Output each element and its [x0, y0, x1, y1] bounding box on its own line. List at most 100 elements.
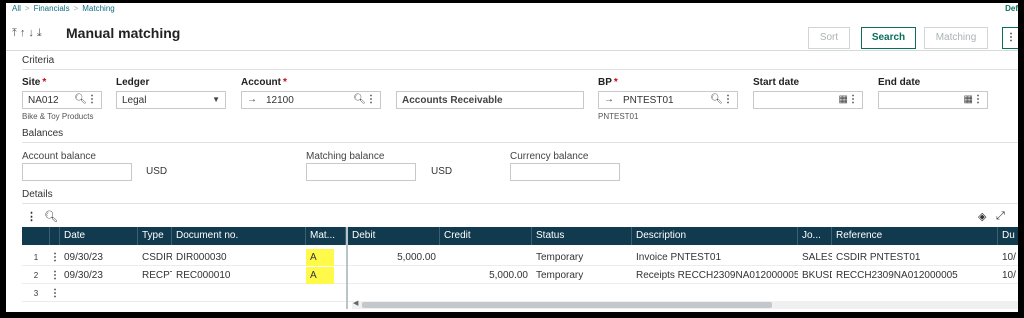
column-header-type[interactable]: Type — [138, 227, 172, 245]
account-value: 12100 — [266, 95, 294, 106]
frozen-column-divider[interactable] — [346, 227, 348, 309]
grid-menu-icon[interactable]: ⋮ — [26, 210, 37, 223]
app-window: All > Financials > Matching Def ⤒↑↓⤓ Manual … — [6, 3, 1018, 312]
cell-description: Invoice PNTEST01 — [636, 252, 722, 263]
cell-type: RECPT — [142, 270, 172, 281]
table-header: Date Type Document no. Mat... Debit Cred… — [22, 227, 1018, 245]
row-number: 1 — [33, 253, 39, 262]
layers-icon[interactable]: ◈ — [978, 210, 986, 223]
start-date-field[interactable]: ▦ ⋮ — [753, 91, 863, 109]
site-description: Bike & Toy Products — [22, 112, 94, 121]
column-header-date[interactable]: Date — [60, 227, 138, 245]
scroll-left-icon[interactable]: ◀ — [353, 299, 358, 307]
row-number: 3 — [33, 289, 39, 298]
chevron-down-icon: ▼ — [212, 95, 220, 104]
record-navigation[interactable]: ⤒↑↓⤓ — [12, 27, 45, 40]
link-arrow-icon[interactable]: → — [247, 94, 257, 105]
grid-search-icon[interactable]: 🔍︎ — [44, 210, 58, 223]
search-icon[interactable]: 🔍︎ — [710, 94, 723, 105]
cell-matching[interactable]: A — [306, 267, 334, 284]
column-header-journal[interactable]: Jo... — [798, 227, 832, 245]
cell-date: 09/30/23 — [64, 270, 103, 281]
currency-balance-field — [510, 163, 620, 181]
column-header-debit[interactable]: Debit — [348, 227, 440, 245]
bp-label: BP * — [598, 77, 618, 88]
column-header-document-no[interactable]: Document no. — [172, 227, 306, 245]
link-arrow-icon[interactable]: → — [604, 94, 614, 105]
field-menu-icon[interactable]: ⋮ — [848, 94, 858, 105]
account-balance-field — [22, 163, 132, 181]
cell-status: Temporary — [536, 270, 584, 281]
breadcrumb-item-matching[interactable]: Matching — [82, 4, 114, 13]
column-header-credit[interactable]: Credit — [440, 227, 532, 245]
cell-matching[interactable]: A — [306, 249, 334, 266]
cell-credit: 5,000.00 — [489, 270, 528, 281]
cell-description: Receipts RECCH2309NA012000005 — [636, 270, 798, 281]
cell-credit — [440, 249, 532, 266]
table-row[interactable]: 2 ⋮ 09/30/23 RECPT REC000010 A 5,000.00 … — [22, 267, 1018, 284]
calendar-icon[interactable]: ▦ — [839, 94, 848, 105]
cell-reference: RECCH2309NA012000005 — [836, 270, 958, 281]
horizontal-scrollbar[interactable]: ◀ — [352, 299, 1018, 309]
column-header-matching[interactable]: Mat... — [306, 227, 346, 245]
bp-field[interactable]: → PNTEST01 🔍︎ ⋮ — [598, 91, 738, 109]
search-icon[interactable]: 🔍︎ — [74, 94, 87, 105]
matching-balance-label: Matching balance — [306, 151, 385, 162]
cell-journal: BKUSD — [802, 270, 832, 281]
cell-debit — [348, 267, 440, 284]
start-date-label: Start date — [753, 77, 800, 88]
row-menu-header — [50, 227, 60, 245]
site-label: Site * — [22, 77, 47, 88]
cell-type: CSDIR — [142, 252, 172, 263]
column-header-status[interactable]: Status — [532, 227, 632, 245]
account-description-field: Accounts Receivable — [396, 91, 584, 109]
cell-due-date: 10/ — [1002, 252, 1016, 263]
breadcrumb-item-all[interactable]: All — [12, 4, 21, 13]
column-header-due-date[interactable]: Du — [998, 227, 1018, 245]
matching-button[interactable]: Matching — [924, 27, 988, 49]
expand-icon[interactable]: ⤢ — [996, 210, 1005, 223]
details-divider — [22, 203, 1018, 204]
page-title: Manual matching — [66, 25, 181, 41]
account-label: Account * — [241, 77, 287, 88]
column-header-description[interactable]: Description — [632, 227, 798, 245]
column-header-reference[interactable]: Reference — [832, 227, 998, 245]
table-row[interactable]: 1 ⋮ 09/30/23 CSDIR DIR000030 A 5,000.00 … — [22, 249, 1018, 266]
cell-debit: 5,000.00 — [397, 252, 436, 263]
end-date-field[interactable]: ▦ ⋮ — [878, 91, 988, 109]
bp-value: PNTEST01 — [623, 95, 674, 106]
row-menu-icon[interactable]: ⋮ — [50, 249, 60, 266]
bp-description: PNTEST01 — [598, 112, 639, 121]
breadcrumb-item-financials[interactable]: Financials — [34, 4, 70, 13]
cell-journal: SALES — [802, 252, 832, 263]
row-menu-icon[interactable]: ⋮ — [50, 285, 60, 302]
row-number-header — [22, 227, 50, 245]
criteria-divider — [22, 69, 1018, 70]
more-actions-button[interactable]: ⋮ — [1002, 27, 1018, 49]
currency-balance-label: Currency balance — [510, 151, 589, 162]
cell-due-date: 10/ — [1002, 270, 1016, 281]
top-right-label[interactable]: Def — [1005, 4, 1018, 13]
scrollbar-thumb[interactable] — [362, 302, 772, 308]
search-button[interactable]: Search — [861, 27, 916, 49]
field-menu-icon[interactable]: ⋮ — [973, 94, 983, 105]
site-field[interactable]: NA012 🔍︎ ⋮ — [22, 91, 102, 109]
top-bar: All > Financials > Matching Def — [6, 3, 1018, 17]
table-row[interactable]: 3 ⋮ — [22, 285, 1018, 302]
ledger-select[interactable]: Legal ▼ — [116, 91, 226, 109]
account-field[interactable]: → 12100 🔍︎ ⋮ — [241, 91, 381, 109]
account-balance-label: Account balance — [22, 151, 96, 162]
page-header: ⤒↑↓⤓ Manual matching Sort Search Matchin… — [6, 17, 1018, 51]
cell-status: Temporary — [536, 252, 584, 263]
field-menu-icon[interactable]: ⋮ — [723, 94, 733, 105]
details-table: Date Type Document no. Mat... Debit Cred… — [22, 227, 1018, 309]
breadcrumb: All > Financials > Matching — [12, 4, 115, 13]
details-section-label: Details — [22, 189, 53, 200]
criteria-section-label: Criteria — [22, 55, 55, 66]
calendar-icon[interactable]: ▦ — [964, 94, 973, 105]
search-icon[interactable]: 🔍︎ — [353, 94, 366, 105]
field-menu-icon[interactable]: ⋮ — [366, 94, 376, 105]
field-menu-icon[interactable]: ⋮ — [87, 94, 97, 105]
row-menu-icon[interactable]: ⋮ — [50, 267, 60, 284]
sort-button[interactable]: Sort — [808, 27, 850, 49]
